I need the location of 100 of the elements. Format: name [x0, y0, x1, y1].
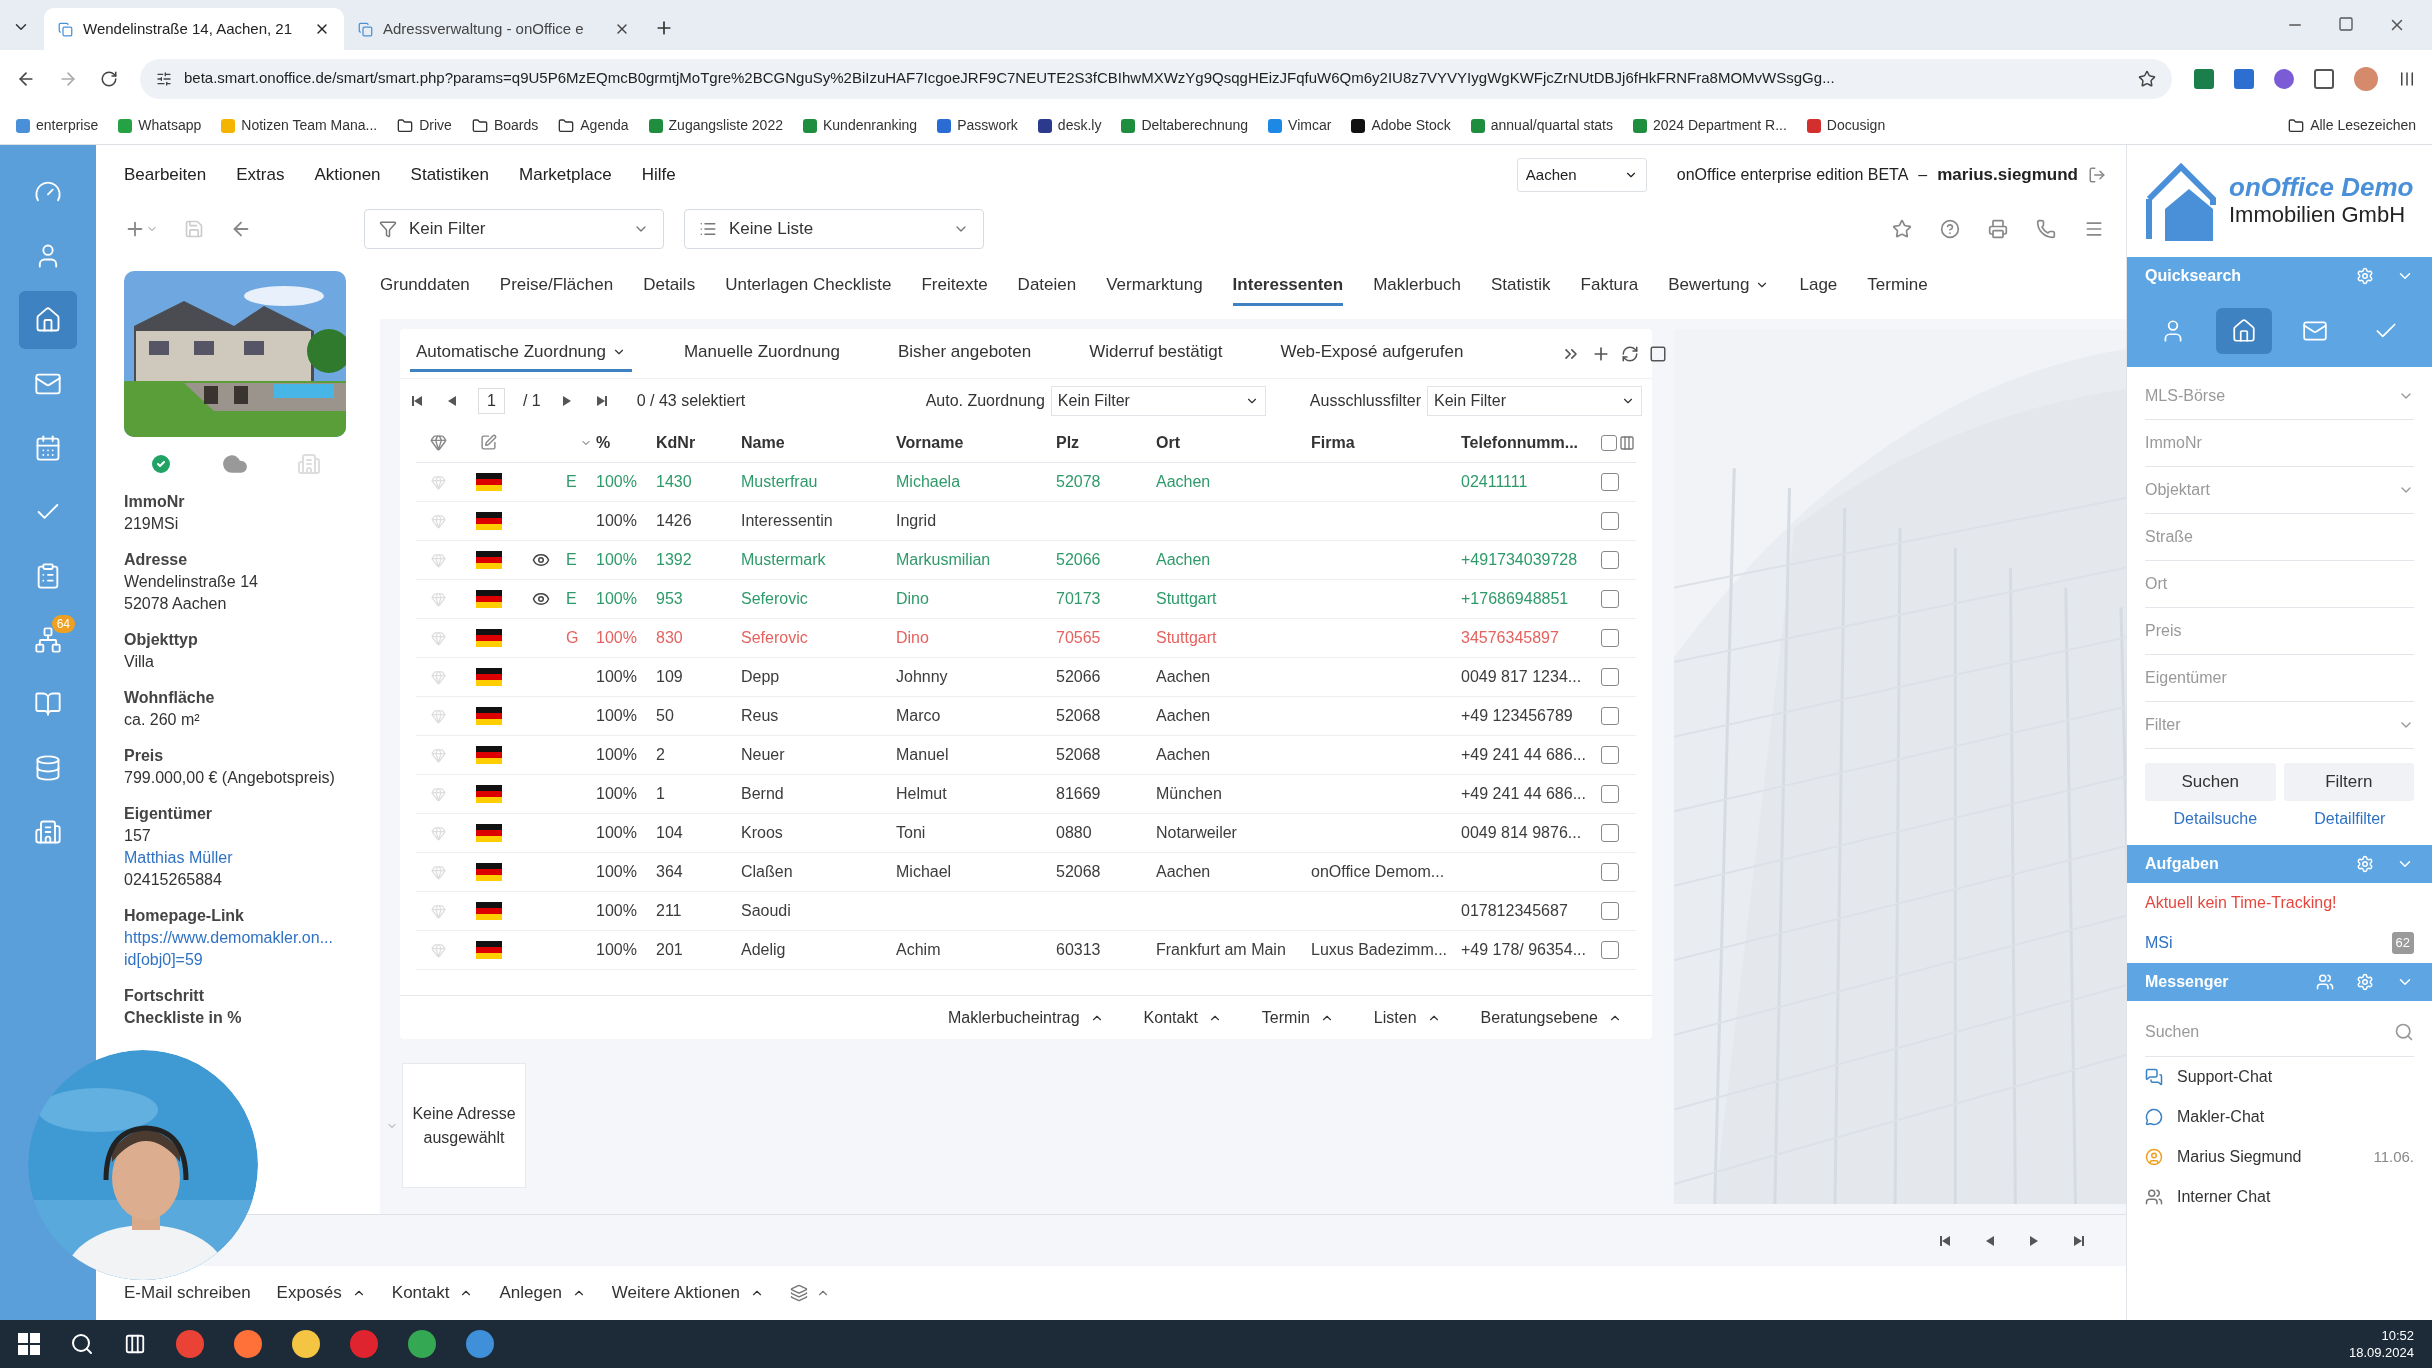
column-header[interactable]: % — [596, 433, 611, 451]
checkbox[interactable] — [1601, 824, 1619, 842]
table-row[interactable]: 100% 1426 Interessentin Ingrid — [416, 502, 1636, 541]
link[interactable]: Detailsuche — [2173, 807, 2258, 831]
refresh-icon[interactable] — [1621, 344, 1640, 363]
bookmark[interactable]: Zugangsliste 2022 — [648, 115, 783, 136]
checkbox[interactable] — [1601, 512, 1619, 530]
avatar-icon[interactable] — [2354, 66, 2378, 91]
tab[interactable]: Lage — [1799, 266, 1838, 306]
people-icon[interactable] — [2316, 973, 2334, 991]
bookmark[interactable]: Alle Lesezeichen — [2288, 115, 2416, 136]
layers-icon[interactable] — [790, 1284, 809, 1302]
app-icon[interactable] — [466, 1330, 494, 1358]
checkbox[interactable] — [1601, 590, 1619, 608]
table-row[interactable]: E 100% 953 Seferovic Dino 70173 Stuttgart +17686948851 — [416, 580, 1636, 619]
browser-icon[interactable] — [408, 1330, 436, 1358]
sub-tab[interactable]: Widerruf bestätigt — [1083, 335, 1229, 372]
tab[interactable]: Faktura — [1580, 266, 1639, 306]
checkbox[interactable] — [1601, 629, 1619, 647]
favorite-icon[interactable] — [1892, 219, 1912, 239]
sub-tab[interactable]: Manuelle Zuordnung — [677, 335, 846, 372]
tab[interactable]: Preise/Flächen — [499, 266, 614, 306]
extension-icon[interactable] — [2234, 68, 2254, 89]
chat-item[interactable]: Makler-Chat — [2145, 1097, 2414, 1137]
checkbox[interactable] — [1601, 668, 1619, 686]
tab[interactable]: Dateien — [1017, 266, 1077, 306]
checkbox[interactable] — [1601, 473, 1619, 491]
chat-item[interactable]: Support-Chat — [2145, 1057, 2414, 1097]
tab[interactable]: Maklerbuch — [1373, 266, 1462, 306]
bookmark[interactable]: annual/quartal stats — [1470, 115, 1613, 136]
table-row[interactable]: 100% 201 Adelig Achim 60313 Frankfurt am Main Luxus Badezimm... +49 178/ 96354... — [416, 931, 1636, 970]
auto-filter-select[interactable]: Kein Filter — [1050, 386, 1266, 416]
search-button[interactable]: Filtern — [2283, 763, 2414, 801]
table-row[interactable]: E 100% 1392 Mustermark Markusmilian 52066 Aachen +491734039728 — [416, 541, 1636, 580]
checkbox[interactable] — [1601, 863, 1619, 881]
sub-tab[interactable]: Bisher angeboten — [891, 335, 1038, 372]
table-row[interactable]: 100% 211 Saoudi 017812345687 — [416, 892, 1636, 931]
action-menu[interactable]: Anlegen — [499, 1280, 586, 1306]
menu-item[interactable]: Extras — [236, 162, 285, 188]
help-icon[interactable] — [1940, 219, 1960, 239]
bookmark[interactable]: Whatsapp — [118, 115, 202, 136]
table-row[interactable]: 100% 364 Claßen Michael 52068 Aachen onOffice Demom... — [416, 853, 1636, 892]
menu-item[interactable]: Marketplace — [519, 162, 612, 188]
link[interactable]: Matthias Müller — [124, 847, 233, 869]
table-row[interactable]: 100% 104 Kroos Toni 0880 Notarweiler 0049 814 9876... — [416, 814, 1636, 853]
action-menu[interactable]: Listen — [1373, 1005, 1441, 1030]
menu-item[interactable]: Aktionen — [314, 162, 381, 188]
column-header[interactable]: KdNr — [656, 433, 696, 451]
site-info-icon[interactable] — [156, 70, 172, 87]
sub-tab[interactable]: Web-Exposé aufgerufen — [1274, 335, 1470, 372]
column-header[interactable]: Firma — [1311, 433, 1355, 451]
extension-icon[interactable] — [2274, 68, 2294, 89]
table-row[interactable]: 100% 109 Depp Johnny 52066 Aachen 0049 817 1234... — [416, 658, 1636, 697]
bookmark[interactable]: Docusign — [1806, 115, 1886, 136]
bookmark[interactable]: Kundenranking — [802, 115, 918, 136]
action-menu[interactable]: Kontakt — [391, 1280, 474, 1306]
bookmark[interactable]: 2024 Department R... — [1632, 115, 1787, 136]
sidebar-item[interactable] — [19, 291, 77, 349]
menu-icon[interactable] — [2398, 69, 2416, 88]
action-menu[interactable]: Beratungsebene — [1480, 1005, 1622, 1030]
exclusion-filter-select[interactable]: Kein Filter — [1427, 386, 1642, 416]
table-row[interactable]: 100% 50 Reus Marco 52068 Aachen +49 123456789 — [416, 697, 1636, 736]
table-row[interactable]: 100% 2 Neuer Manuel 52068 Aachen +49 241 44 686... — [416, 736, 1636, 775]
maximize-icon[interactable] — [2338, 16, 2354, 32]
action-menu[interactable]: Termin — [1261, 1005, 1334, 1030]
checkbox[interactable] — [1601, 746, 1619, 764]
link[interactable]: https://www.demomakler.on... — [124, 927, 333, 949]
table-row[interactable]: 100% 1 Bernd Helmut 81669 München +49 241 44 686... — [416, 775, 1636, 814]
tab[interactable]: Interessenten — [1232, 266, 1344, 306]
filter-dropdown[interactable]: Kein Filter — [364, 209, 664, 249]
list-dropdown[interactable]: Keine Liste — [684, 209, 984, 249]
column-header[interactable]: Vorname — [896, 433, 964, 451]
bookmark[interactable]: Notizen Team Mana... — [221, 115, 378, 136]
checkbox[interactable] — [1601, 434, 1617, 451]
checkbox[interactable] — [1601, 785, 1619, 803]
menu-item[interactable]: Statistiken — [410, 162, 490, 188]
settings-icon[interactable] — [2356, 855, 2374, 873]
tab[interactable]: Statistik — [1491, 266, 1551, 306]
checkbox[interactable] — [1601, 941, 1619, 959]
start-icon[interactable] — [18, 1333, 40, 1355]
browser-icon[interactable] — [176, 1330, 204, 1358]
task-view-icon[interactable] — [124, 1333, 146, 1355]
link[interactable]: id[obj0]=59 — [124, 949, 203, 971]
bookmark[interactable]: Vimcar — [1268, 115, 1332, 136]
column-header[interactable]: Ort — [1156, 433, 1180, 451]
search-tab[interactable] — [2215, 308, 2272, 354]
tab[interactable]: Termine — [1867, 266, 1928, 306]
browser-tab[interactable]: Wendelinstraße 14, Aachen, 21 — [44, 8, 344, 50]
settings-icon[interactable] — [2356, 267, 2374, 285]
tab[interactable]: Bewertung — [1668, 266, 1770, 306]
column-header[interactable]: Name — [741, 433, 785, 451]
bookmark[interactable]: Boards — [471, 115, 539, 136]
layout-icon[interactable] — [1649, 344, 1668, 363]
settings-icon[interactable] — [2356, 973, 2374, 991]
table-row[interactable]: E 100% 1430 Musterfrau Michaela 52078 Aachen 02411111 — [416, 463, 1636, 502]
browser-icon[interactable] — [350, 1330, 378, 1358]
browser-tab[interactable]: Adressverwaltung - onOffice e — [344, 8, 644, 50]
browser-icon[interactable] — [234, 1330, 262, 1358]
page-field[interactable]: 1 — [478, 388, 505, 414]
action-menu[interactable]: Maklerbucheintrag — [947, 1005, 1104, 1030]
